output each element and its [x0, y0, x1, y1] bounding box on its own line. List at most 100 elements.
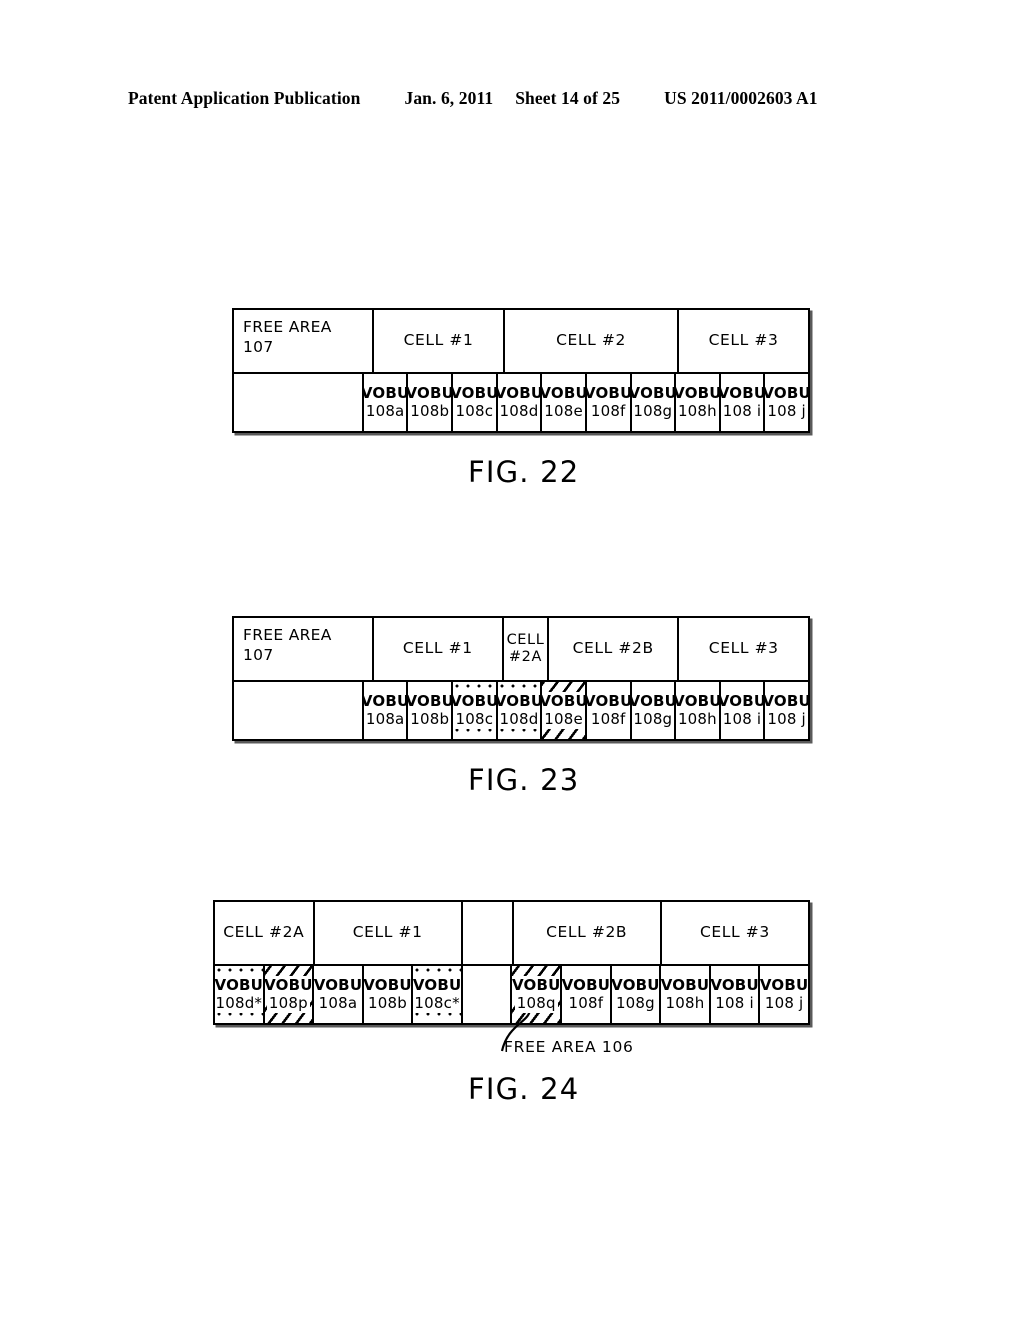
vobu-id: 108f [568, 993, 604, 1012]
vobu-id: 108b [410, 401, 450, 420]
vobu-cell-108g: VOBU 108g [632, 682, 677, 739]
vobu-label: VOBU [720, 692, 766, 711]
vobu-id: 108p [267, 993, 309, 1012]
vobu-cell-108a: VOBU 108a [364, 682, 409, 739]
figure-22-caption: FIG. 22 [468, 455, 580, 489]
cell-header-cell-#1: CELL #1 [374, 618, 505, 680]
cell-header-cell-#2b: CELL #2B [514, 902, 662, 964]
figure-22: FREE AREA 107 CELL #1 CELL #2 CELL #3 VOBU 1… [232, 308, 810, 433]
header-patent-number: US 2011/0002603 A1 [664, 88, 818, 108]
vobu-label: VOBU [512, 976, 561, 995]
cell-header-label: CELL #1 [352, 923, 423, 942]
vobu-id: 108 i [722, 401, 762, 420]
vobu-cell-108d*: VOBU 108d* [215, 966, 265, 1023]
vobu-cell-108q: VOBU 108q [512, 966, 563, 1023]
vobu-label: VOBU [765, 692, 808, 711]
vobu-id: 108b [368, 993, 407, 1012]
cell-header-label: CELL #1 [403, 331, 474, 350]
vobu-label: VOBU [363, 384, 409, 403]
vobu-label: VOBU [453, 384, 498, 403]
vobu-label: VOBU [542, 384, 587, 403]
vobu-id: 108e [543, 709, 584, 728]
vobu-label: VOBU [363, 692, 409, 711]
figure-24-cell-row: CELL #2A CELL #1 CELL #2B CELL #3 [215, 902, 808, 964]
vobu-cell-108p: VOBU 108p [264, 966, 315, 1023]
vobu-id: 108g [633, 709, 673, 728]
vobu-label: VOBU [710, 976, 759, 995]
vobu-cell-108i: VOBU 108 i [721, 374, 766, 431]
vobu-label: VOBU [586, 384, 632, 403]
blank-vobu-cell [234, 682, 364, 739]
vobu-id: 108a [318, 993, 358, 1012]
vobu-label: VOBU [215, 976, 264, 995]
figure-22-table: FREE AREA 107 CELL #1 CELL #2 CELL #3 VOBU 1… [232, 308, 810, 433]
vobu-cell-108j: VOBU 108 j [765, 682, 808, 739]
figure-23-caption: FIG. 23 [468, 763, 580, 797]
vobu-id: 108a [365, 401, 405, 420]
vobu-cell-108g: VOBU 108g [612, 966, 662, 1023]
blank-header-cell [462, 902, 514, 964]
cell-header-label: FREE AREA 107 [243, 318, 332, 357]
vobu-cell-108e: VOBU 108e [542, 374, 587, 431]
vobu-id: 108 i [715, 993, 754, 1012]
vobu-cell-108c: VOBU 108c [453, 374, 498, 431]
page-header: Patent Application Publication Jan. 6, 2… [128, 88, 896, 114]
vobu-id: 108f [590, 709, 626, 728]
vobu-label: VOBU [408, 384, 454, 403]
cell-header-cell-#2b: CELL #2B [549, 618, 680, 680]
free-area-106-label: FREE AREA 106 [504, 1038, 634, 1056]
vobu-id: 108g [615, 993, 655, 1012]
cell-header-label: CELL #2B [572, 639, 654, 658]
vobu-cell-108c*: VOBU 108c* [413, 966, 463, 1023]
vobu-id: 108b [410, 709, 450, 728]
header-sheet: Sheet 14 of 25 [515, 88, 621, 108]
cell-header-label: CELL #2 [556, 331, 626, 350]
figure-23-cell-row: FREE AREA 107 CELL #1 CELL #2A CELL #2B CELL… [234, 618, 808, 680]
vobu-id: 108q [515, 993, 557, 1012]
vobu-cell-108a: VOBU 108a [314, 966, 364, 1023]
vobu-cell-108g: VOBU 108g [632, 374, 677, 431]
vobu-id: 108c [455, 401, 494, 420]
vobu-cell-108e: VOBU 108e [542, 682, 587, 739]
header-date: Jan. 6, 2011 [404, 88, 494, 108]
vobu-cell-108i: VOBU 108 i [711, 966, 761, 1023]
vobu-label: VOBU [314, 976, 363, 995]
vobu-cell-108h: VOBU 108h [676, 682, 721, 739]
cell-header-label: FREE AREA 107 [243, 626, 332, 665]
cell-header-label: CELL #2A [506, 632, 545, 665]
vobu-label: VOBU [631, 384, 677, 403]
vobu-label: VOBU [586, 692, 632, 711]
vobu-id: 108h [677, 401, 717, 420]
vobu-id: 108c [454, 709, 495, 728]
cell-header-cell-#1: CELL #1 [374, 310, 505, 372]
figure-24: CELL #2A CELL #1 CELL #2B CELL #3 VOBU 108d*… [213, 900, 810, 1025]
cell-header-cell-#3: CELL #3 [662, 902, 808, 964]
cell-header-cell-#1: CELL #1 [315, 902, 463, 964]
figure-23-vobu-row: VOBU 108a VOBU 108b VOBU 108c VOBU 108d VOBU 108e… [234, 680, 808, 739]
cell-header-label: CELL #2B [546, 923, 628, 942]
vobu-id: 108e [544, 401, 583, 420]
vobu-cell-108b: VOBU 108b [408, 374, 454, 431]
vobu-id: 108d* [215, 993, 263, 1012]
vobu-cell-108h: VOBU 108h [676, 374, 721, 431]
cell-header-label: CELL #3 [699, 923, 770, 942]
vobu-label: VOBU [631, 692, 677, 711]
vobu-label: VOBU [363, 976, 412, 995]
figure-24-table: CELL #2A CELL #1 CELL #2B CELL #3 VOBU 108d*… [213, 900, 810, 1025]
vobu-label: VOBU [453, 692, 496, 711]
vobu-label: VOBU [497, 384, 543, 403]
vobu-cell-108f: VOBU 108f [562, 966, 612, 1023]
vobu-label: VOBU [264, 976, 313, 995]
figure-22-vobu-row: VOBU 108a VOBU 108b VOBU 108c VOBU 108d VOBU 108e… [234, 372, 808, 431]
vobu-id: 108d [498, 709, 540, 728]
vobu-id: 108 i [722, 709, 762, 728]
cell-header-cell-#3: CELL #3 [679, 618, 808, 680]
vobu-label: VOBU [413, 976, 462, 995]
vobu-cell-108d: VOBU 108d [497, 682, 543, 739]
vobu-label: VOBU [720, 384, 766, 403]
vobu-id: 108 j [767, 709, 806, 728]
vobu-cell-108f: VOBU 108f [587, 682, 632, 739]
cell-header-label: CELL #3 [708, 639, 779, 658]
vobu-id: 108h [665, 993, 705, 1012]
cell-header-cell-#3: CELL #3 [679, 310, 808, 372]
